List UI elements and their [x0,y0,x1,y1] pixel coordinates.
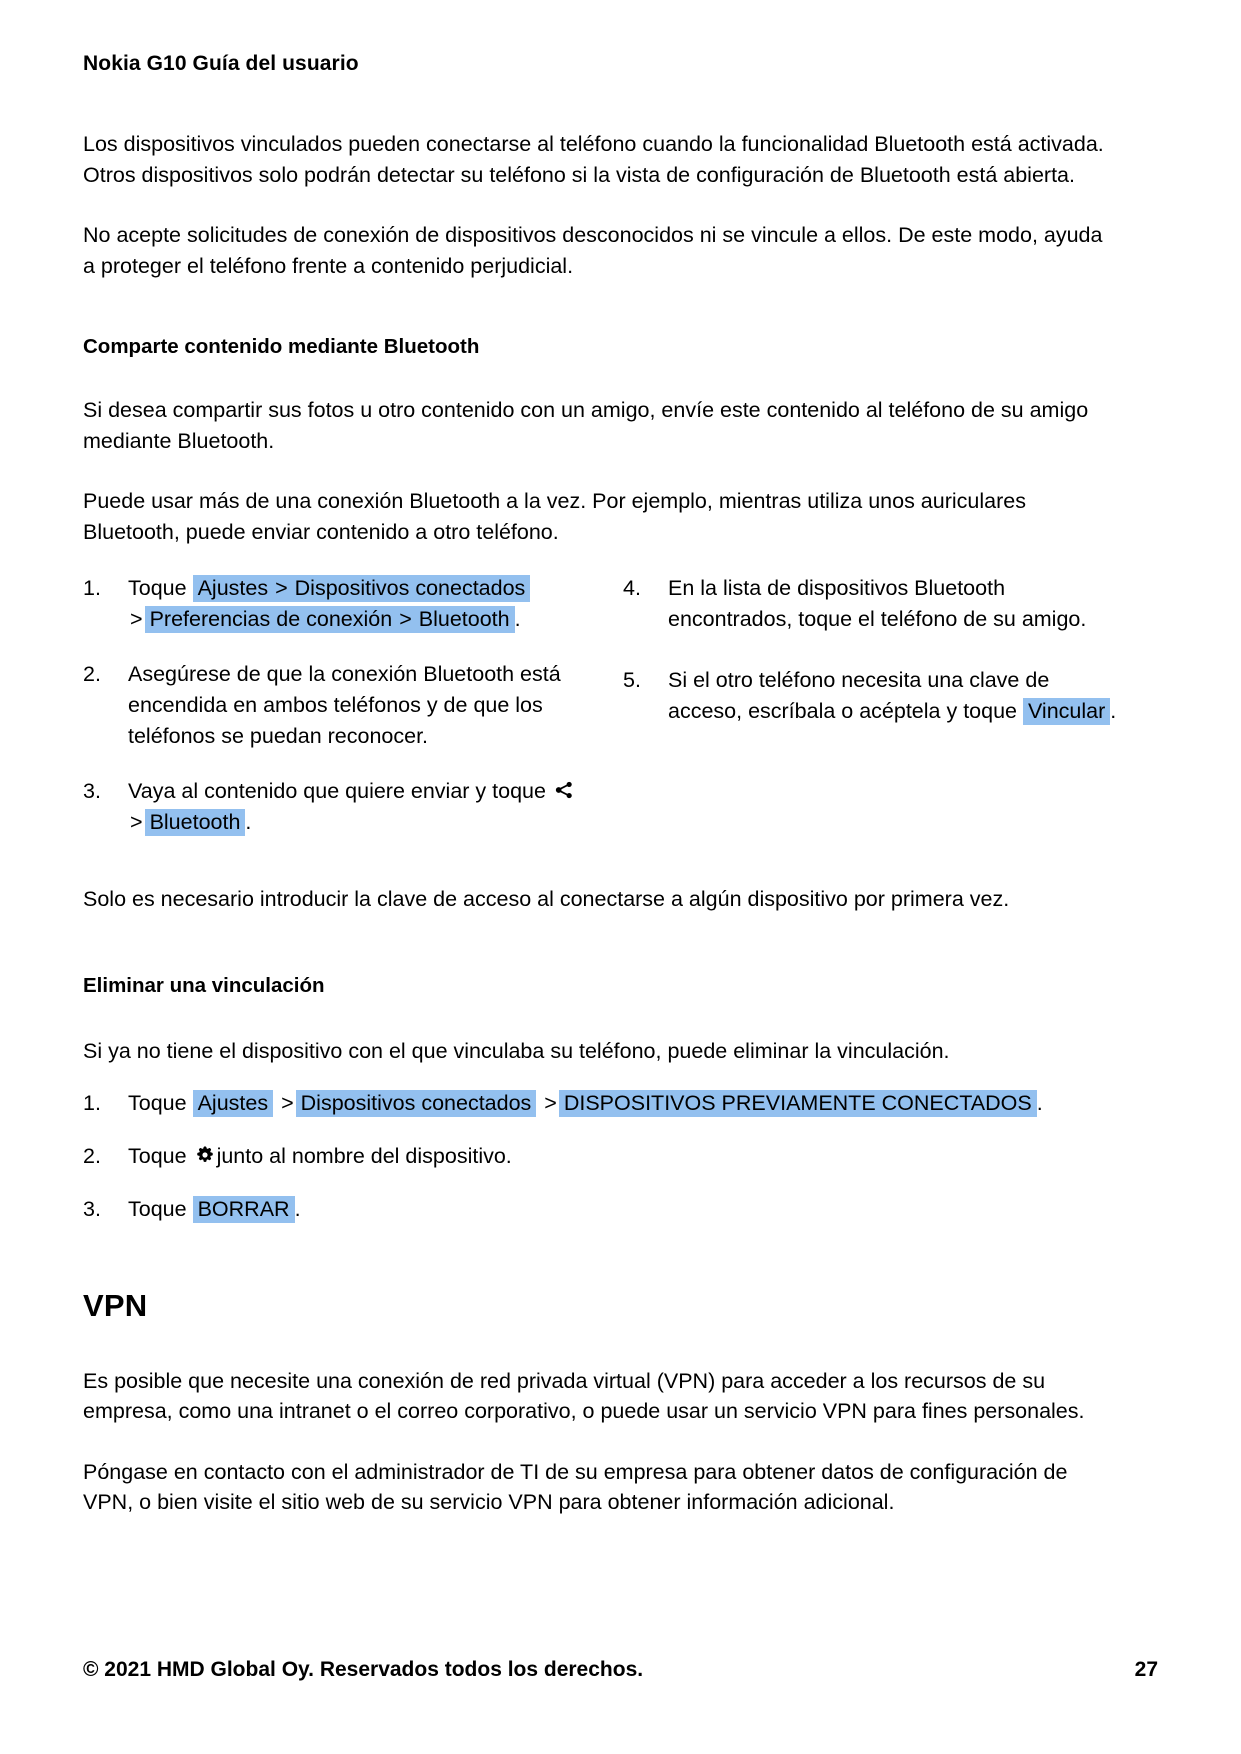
paragraph-bluetooth-pairing-info: Los dispositivos vinculados pueden conec… [83,132,1104,187]
step-text-end: . [514,607,521,632]
step-text-end: junto al nombre del dispositivo. [216,1143,512,1168]
step-number: 3. [83,1196,101,1221]
breadcrumb-separator-3: > [397,606,414,634]
step-text-end: . [245,809,252,834]
paragraph-multiple-connections: Puede usar más de una conexión Bluetooth… [83,489,1026,544]
share-steps-columns: 1. Toque Ajustes > Dispositivos conectados … [83,573,1118,838]
step-text: Toque [128,1143,187,1168]
breadcrumb-separator-2: > [130,607,143,632]
step-text-end: . [1036,1090,1043,1115]
page-content: Nokia G10 Guía del usuario Los dispositi… [83,0,1118,1539]
ui-label-dispositivos-conectados-2[interactable]: Dispositivos conectados [295,1089,537,1117]
unpair-steps-list: 1. Toque Ajustes > Dispositivos conectados… [83,1088,1118,1225]
step-number: 2. [83,1143,101,1168]
step-number: 1. [83,576,101,601]
heading-vpn: VPN [83,1287,148,1323]
running-header: Nokia G10 Guía del usuario [83,52,359,75]
breadcrumb-separator: > [281,1090,294,1115]
share-icon [554,780,574,800]
ui-label-preferencias-de-conexion[interactable]: Preferencias de conexión [144,606,398,634]
page-footer: © 2021 HMD Global Oy. Reservados todos l… [83,1658,1158,1682]
share-steps-list-right: 4. En la lista de dispositivos Bluetooth … [623,573,1118,727]
ui-label-bluetooth-share[interactable]: Bluetooth [144,808,246,836]
step-text: Toque [128,1196,187,1221]
step-text-end: . [1110,698,1117,723]
list-item-step-1: 1. Toque Ajustes > Dispositivos conectados … [83,573,623,635]
list-item-step-4: 4. En la lista de dispositivos Bluetooth … [623,573,1118,635]
share-steps-list-left: 1. Toque Ajustes > Dispositivos conectados … [83,573,623,838]
breadcrumb-separator: > [273,575,290,603]
ui-label-borrar[interactable]: BORRAR [192,1195,295,1223]
step-text: En la lista de dispositivos Bluetooth en… [668,576,1087,632]
footer-page-number: 27 [1134,1658,1158,1681]
paragraph-bluetooth-security-warning: No acepte solicitudes de conexión de dis… [83,223,1103,278]
document-page: Nokia G10 Guía del usuario Los dispositi… [0,0,1241,1754]
step-number: 5. [623,668,641,692]
step-number: 3. [83,778,101,803]
ui-label-dispositivos-conectados[interactable]: Dispositivos conectados [289,575,531,603]
breadcrumb-separator: > [130,809,143,834]
paragraph-vpn-contact-it: Póngase en contacto con el administrador… [83,1459,1068,1515]
paragraph-remove-pairing-intro: Si ya no tiene el dispositivo con el que… [83,1038,950,1063]
list-item-step-5: 5. Si el otro teléfono necesita una clave… [623,665,1118,727]
share-steps-column-left: 1. Toque Ajustes > Dispositivos conectados … [83,573,623,838]
list-item-unpair-step-3: 3. Toque BORRAR. [83,1194,1118,1225]
ui-label-dispositivos-previamente-conectados[interactable]: DISPOSITIVOS PREVIAMENTE CONECTADOS [558,1089,1037,1117]
ui-label-ajustes[interactable]: Ajustes [192,575,274,603]
ui-label-ajustes-2[interactable]: Ajustes [192,1089,274,1117]
gear-icon [195,1145,215,1165]
list-item-step-3: 3. Vaya al contenido que quiere enviar y … [83,776,623,838]
step-number: 4. [623,576,641,601]
ui-label-vincular[interactable]: Vincular [1022,697,1111,725]
list-item-unpair-step-2: 2. Toque junto al nombre del dispositivo. [83,1141,1118,1172]
heading-share-content-bluetooth: Comparte contenido mediante Bluetooth [83,335,480,359]
step-text-end: . [294,1196,301,1221]
list-item-step-2: 2. Asegúrese de que la conexión Bluetooth… [83,659,623,752]
ui-label-bluetooth[interactable]: Bluetooth [413,606,515,634]
step-number: 2. [83,662,101,686]
list-item-unpair-step-1: 1. Toque Ajustes > Dispositivos conectados… [83,1088,1118,1119]
step-number: 1. [83,1090,101,1115]
paragraph-share-intro: Si desea compartir sus fotos u otro cont… [83,398,1089,453]
step-text: Toque [128,576,187,601]
breadcrumb-separator-2: > [544,1090,557,1115]
step-text: Toque [128,1090,187,1115]
step-text: Vaya al contenido que quiere enviar y to… [128,778,546,803]
step-text: Asegúrese de que la conexión Bluetooth e… [128,662,561,748]
paragraph-passkey-note: Solo es necesario introducir la clave de… [83,886,1010,911]
paragraph-vpn-intro: Es posible que necesite una conexión de … [83,1368,1085,1424]
footer-copyright: © 2021 HMD Global Oy. Reservados todos l… [83,1658,644,1681]
step-text: Si el otro teléfono necesita una clave d… [668,668,1050,723]
heading-remove-pairing: Eliminar una vinculación [83,974,325,998]
share-steps-column-right: 4. En la lista de dispositivos Bluetooth … [623,573,1118,838]
